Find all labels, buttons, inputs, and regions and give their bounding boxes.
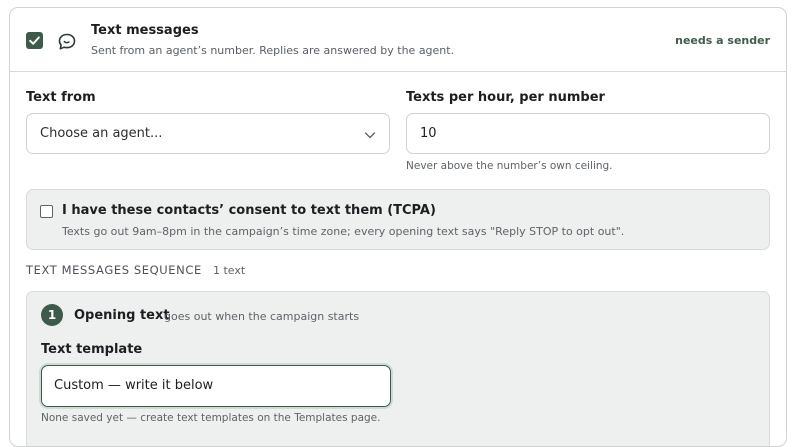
channel-status-label: needs a sender [675, 34, 770, 47]
sequence-step: 1 Opening text goes out when the campaig… [26, 291, 770, 446]
texts-per-hour-input[interactable]: 10 [406, 113, 770, 154]
rate-label: Texts per hour, per number [406, 90, 605, 105]
consent-subtitle: Texts go out 9am–8pm in the campaign’s t… [62, 225, 625, 238]
text-template-label: Text template [41, 342, 143, 357]
consent-box: I have these contacts’ consent to text t… [26, 189, 770, 250]
text-messages-card: Text messages Sent from an agent’s numbe… [9, 7, 787, 447]
checkmark-icon [29, 36, 40, 45]
enable-text-messages-checkbox[interactable] [26, 32, 43, 49]
text-template-select[interactable]: Custom — write it below [41, 365, 391, 407]
channel-subtitle: Sent from an agent’s number. Replies are… [91, 44, 455, 57]
step-timing: goes out when the campaign starts [164, 310, 360, 323]
sequence-heading: TEXT MESSAGES SEQUENCE [26, 263, 202, 277]
step-title: Opening text [74, 308, 170, 323]
text-from-value: Choose an agent... [40, 126, 163, 141]
text-from-select[interactable]: Choose an agent... [26, 113, 390, 154]
sequence-count: 1 text [213, 264, 246, 277]
channel-title: Text messages [91, 23, 199, 38]
channel-header: Text messages Sent from an agent’s numbe… [10, 8, 786, 72]
consent-title: I have these contacts’ consent to text t… [62, 203, 436, 218]
text-template-value: Custom — write it below [54, 378, 214, 393]
chat-bubble-icon [58, 33, 76, 50]
texts-per-hour-value: 10 [420, 126, 437, 141]
chevron-down-icon [364, 132, 376, 139]
text-template-hint: None saved yet — create text templates o… [41, 412, 381, 424]
tcpa-consent-checkbox[interactable] [40, 205, 53, 218]
text-from-label: Text from [26, 90, 96, 105]
step-number-badge: 1 [41, 304, 63, 326]
rate-hint: Never above the number’s own ceiling. [406, 160, 613, 172]
